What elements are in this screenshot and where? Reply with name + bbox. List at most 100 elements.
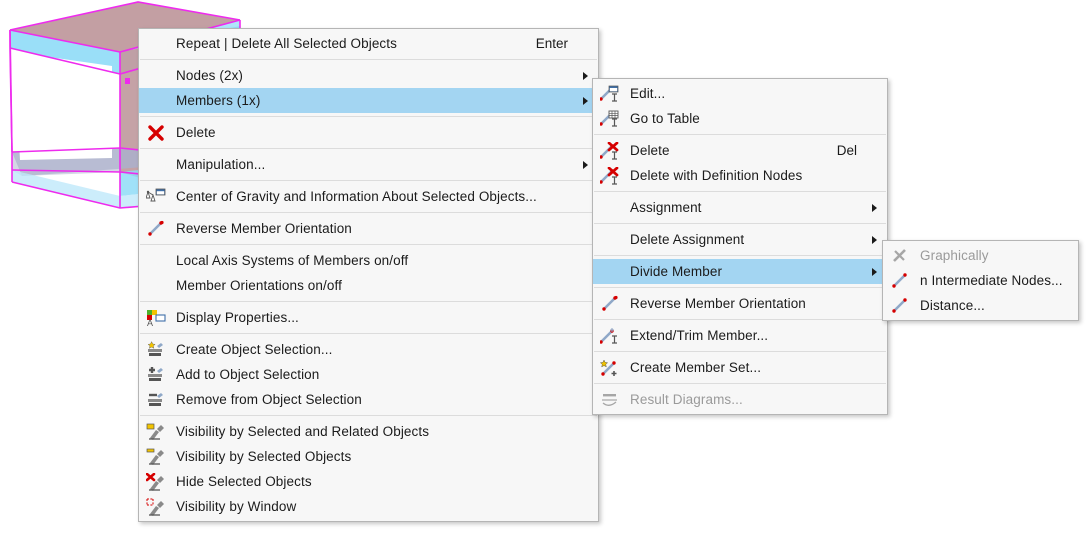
menu-item-label: Create Object Selection... — [170, 342, 590, 357]
menu-item-icon-slot — [142, 66, 170, 86]
menu-separator — [594, 191, 886, 192]
menu-item-label: Nodes (2x) — [170, 68, 590, 83]
add-to-object-selection-icon — [142, 365, 170, 385]
menu-item-label: Repeat | Delete All Selected Objects — [170, 36, 536, 51]
menu-item-label: Assignment — [624, 200, 879, 215]
menu-item-reverse-member-orientation[interactable]: Reverse Member Orientation — [593, 291, 887, 316]
menu-item-extend-trim-member[interactable]: Extend/Trim Member... — [593, 323, 887, 348]
menu-item-label: Members (1x) — [170, 93, 590, 108]
menu-item-label: Member Orientations on/off — [170, 278, 590, 293]
menu-item-label: Delete — [624, 143, 837, 158]
result-diagrams-icon — [596, 390, 624, 410]
menu-item-go-to-table[interactable]: Go to Table — [593, 106, 887, 131]
menu-separator — [140, 180, 597, 181]
submenu-arrow-icon — [872, 268, 877, 276]
menu-item-hide-selected-objects[interactable]: Hide Selected Objects — [139, 469, 598, 494]
menu-item-repeat-delete-all-selected-objects[interactable]: Repeat | Delete All Selected ObjectsEnte… — [139, 31, 598, 56]
menu-item-graphically: Graphically — [883, 243, 1078, 268]
menu-separator — [140, 148, 597, 149]
remove-from-object-selection-icon — [142, 390, 170, 410]
menu-item-label: n Intermediate Nodes... — [914, 273, 1070, 288]
menu-item-divide-member[interactable]: Divide Member — [593, 259, 887, 284]
menu-item-label: Result Diagrams... — [624, 392, 879, 407]
menu-separator — [140, 59, 597, 60]
menu-separator — [594, 319, 886, 320]
menu-separator — [140, 212, 597, 213]
menu-item-local-axis-systems-of-members-on-off[interactable]: Local Axis Systems of Members on/off — [139, 248, 598, 273]
menu-item-label: Center of Gravity and Information About … — [170, 189, 590, 204]
screen-root: Repeat | Delete All Selected ObjectsEnte… — [0, 0, 1089, 540]
menu-item-icon-slot — [596, 230, 624, 250]
menu-item-delete-assignment[interactable]: Delete Assignment — [593, 227, 887, 252]
menu-item-icon-slot — [142, 155, 170, 175]
menu-item-delete[interactable]: DeleteDel — [593, 138, 887, 163]
menu-item-label: Delete — [170, 125, 590, 140]
divide-distance-icon — [886, 296, 914, 316]
menu-item-label: Manipulation... — [170, 157, 590, 172]
context-menu[interactable]: Repeat | Delete All Selected ObjectsEnte… — [138, 28, 599, 522]
menu-separator — [140, 333, 597, 334]
visibility-related-icon — [142, 422, 170, 442]
menu-separator — [594, 223, 886, 224]
menu-separator — [140, 244, 597, 245]
menu-item-result-diagrams: Result Diagrams... — [593, 387, 887, 412]
menu-item-remove-from-object-selection[interactable]: Remove from Object Selection — [139, 387, 598, 412]
menu-item-label: Go to Table — [624, 111, 879, 126]
menu-item-label: Create Member Set... — [624, 360, 879, 375]
visibility-selected-icon — [142, 447, 170, 467]
menu-item-display-properties[interactable]: A Display Properties... — [139, 305, 598, 330]
menu-item-n-intermediate-nodes[interactable]: n Intermediate Nodes... — [883, 268, 1078, 293]
menu-separator — [594, 383, 886, 384]
menu-item-label: Display Properties... — [170, 310, 590, 325]
menu-item-edit[interactable]: Edit... — [593, 81, 887, 106]
reverse-orientation-icon — [596, 294, 624, 314]
menu-item-create-object-selection[interactable]: Create Object Selection... — [139, 337, 598, 362]
menu-item-member-orientations-on-off[interactable]: Member Orientations on/off — [139, 273, 598, 298]
menu-item-visibility-by-window[interactable]: Visibility by Window — [139, 494, 598, 519]
menu-item-assignment[interactable]: Assignment — [593, 195, 887, 220]
menu-item-icon-slot — [142, 91, 170, 111]
members-submenu[interactable]: Edit... Go to Table DeleteDel Delete wit… — [592, 78, 888, 415]
menu-item-icon-slot — [596, 198, 624, 218]
menu-item-label: Remove from Object Selection — [170, 392, 590, 407]
menu-separator — [140, 116, 597, 117]
menu-item-create-member-set[interactable]: Create Member Set... — [593, 355, 887, 380]
menu-item-reverse-member-orientation[interactable]: Reverse Member Orientation — [139, 216, 598, 241]
menu-item-members-1x[interactable]: Members (1x) — [139, 88, 598, 113]
menu-item-label: Hide Selected Objects — [170, 474, 590, 489]
menu-item-distance[interactable]: Distance... — [883, 293, 1078, 318]
member-edit-icon — [596, 84, 624, 104]
menu-item-icon-slot — [142, 251, 170, 271]
menu-item-visibility-by-selected-and-related-objects[interactable]: Visibility by Selected and Related Objec… — [139, 419, 598, 444]
menu-item-center-of-gravity-and-information-about-selected-objects[interactable]: Center of Gravity and Information About … — [139, 184, 598, 209]
divide-intermediate-nodes-icon — [886, 271, 914, 291]
menu-item-label: Visibility by Selected Objects — [170, 449, 590, 464]
member-table-icon — [596, 109, 624, 129]
menu-item-add-to-object-selection[interactable]: Add to Object Selection — [139, 362, 598, 387]
menu-separator — [140, 301, 597, 302]
member-delete-nodes-icon — [596, 166, 624, 186]
menu-item-visibility-by-selected-objects[interactable]: Visibility by Selected Objects — [139, 444, 598, 469]
menu-item-manipulation[interactable]: Manipulation... — [139, 152, 598, 177]
divide-member-submenu[interactable]: Graphically n Intermediate Nodes... Dist… — [882, 240, 1079, 321]
menu-item-label: Edit... — [624, 86, 879, 101]
menu-item-label: Extend/Trim Member... — [624, 328, 879, 343]
menu-item-nodes-2x[interactable]: Nodes (2x) — [139, 63, 598, 88]
menu-separator — [594, 351, 886, 352]
menu-item-shortcut: Del — [837, 143, 879, 158]
menu-item-delete[interactable]: Delete — [139, 120, 598, 145]
menu-item-icon-slot — [142, 34, 170, 54]
submenu-arrow-icon — [583, 161, 588, 169]
menu-separator — [140, 415, 597, 416]
menu-item-label: Distance... — [914, 298, 1070, 313]
submenu-arrow-icon — [583, 72, 588, 80]
menu-item-icon-slot — [142, 276, 170, 296]
menu-item-delete-with-definition-nodes[interactable]: Delete with Definition Nodes — [593, 163, 887, 188]
menu-item-label: Reverse Member Orientation — [624, 296, 879, 311]
member-delete-icon — [596, 141, 624, 161]
reverse-orientation-icon — [142, 219, 170, 239]
submenu-arrow-icon — [583, 97, 588, 105]
menu-item-label: Add to Object Selection — [170, 367, 590, 382]
hide-selected-icon — [142, 472, 170, 492]
create-member-set-icon — [596, 358, 624, 378]
